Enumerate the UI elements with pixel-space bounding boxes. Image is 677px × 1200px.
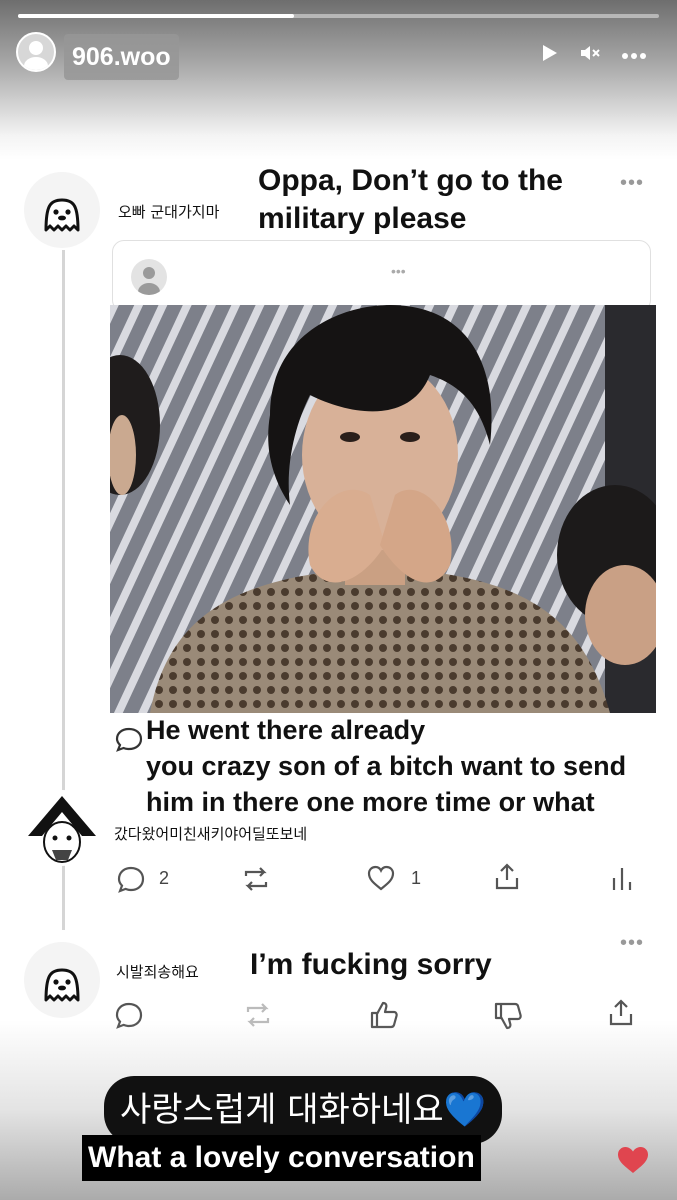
like-button[interactable] [365, 863, 397, 898]
post-korean-text: 오빠 군대가지마 [118, 203, 220, 221]
heart-icon[interactable] [616, 1145, 650, 1180]
more-icon[interactable] [622, 48, 646, 66]
english-caption: What a lovely conversation [82, 1135, 481, 1181]
post-photo[interactable] [110, 305, 656, 713]
ghost-avatar-icon [44, 968, 80, 1002]
repost-button[interactable] [240, 864, 272, 899]
reply-english-line-3: him in there one more time or what [146, 787, 595, 817]
cartoon-avatar-icon [28, 796, 96, 863]
reply-english-line-2: you crazy son of a bitch want to send [146, 751, 627, 781]
story-username[interactable]: 906.woo [64, 34, 179, 80]
avatar[interactable] [24, 790, 100, 866]
story-avatar[interactable] [16, 32, 56, 72]
post-english-caption: Oppa, Don’t go to the military please [258, 164, 563, 235]
default-avatar-icon [138, 267, 160, 295]
reply-korean-text: 갔다왔어미친새키야어딜또보네 [114, 825, 308, 843]
story-progress-bar [18, 14, 659, 18]
reply-english-line-1: He went there already [146, 715, 426, 745]
play-icon[interactable] [538, 42, 560, 69]
post-english-caption: I’m fucking sorry [250, 948, 492, 981]
comment-button[interactable] [116, 864, 146, 899]
korean-caption: 사랑스럽게 대화하네요💙 [104, 1076, 502, 1144]
mute-icon[interactable] [578, 42, 602, 69]
quoted-more-icon[interactable]: ••• [391, 263, 406, 279]
share-button[interactable] [492, 862, 522, 897]
stats-button[interactable] [610, 864, 634, 899]
comment-icon [114, 724, 144, 759]
like-count: 1 [411, 868, 422, 888]
story-progress-fill [18, 14, 294, 18]
post-korean-text: 시발죄송해요 [116, 963, 199, 981]
korean-caption-text: 사랑스럽게 대화하네요 [120, 1090, 444, 1130]
default-avatar-icon [24, 41, 48, 70]
post-more-icon[interactable]: ••• [620, 932, 644, 955]
avatar[interactable] [24, 172, 100, 248]
quoted-post-card[interactable]: ••• [112, 240, 651, 312]
ghost-avatar-icon [44, 198, 80, 232]
avatar[interactable] [24, 942, 100, 1018]
quoted-avatar [131, 259, 167, 295]
comment-count: 2 [159, 868, 170, 888]
blue-heart-emoji: 💙 [443, 1090, 486, 1130]
post-more-icon[interactable]: ••• [620, 172, 644, 195]
photo-illustration [110, 305, 656, 713]
story-top-gradient [0, 0, 677, 160]
